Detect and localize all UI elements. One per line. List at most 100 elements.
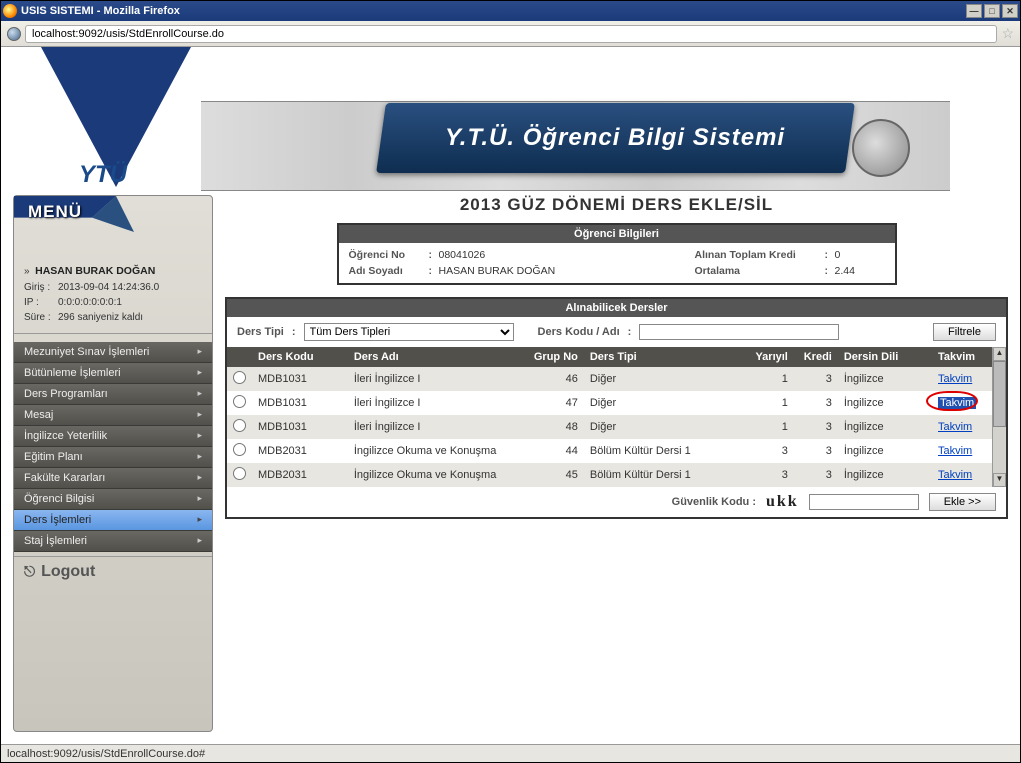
ytu-logo-text: YTÜ bbox=[79, 161, 127, 189]
student-name-label: Adı Soyadı bbox=[349, 265, 429, 277]
maximize-button[interactable]: □ bbox=[984, 4, 1000, 18]
page-banner: Y.T.Ü. Öğrenci Bilgi Sistemi YTÜ bbox=[1, 47, 1020, 195]
table-scrollbar[interactable]: ▲ ▼ bbox=[992, 347, 1006, 487]
course-radio[interactable] bbox=[233, 443, 246, 456]
sidebar-item-label: Eğitim Planı bbox=[24, 451, 83, 463]
sidebar-item-label: Staj İşlemleri bbox=[24, 535, 87, 547]
sidebar-item[interactable]: Mesaj▸ bbox=[14, 405, 212, 426]
window-buttons: — □ ✕ bbox=[966, 4, 1018, 18]
chevron-right-icon: ▸ bbox=[197, 514, 202, 525]
cell-group: 45 bbox=[528, 463, 584, 487]
course-radio[interactable] bbox=[233, 371, 246, 384]
sidebar-item[interactable]: Fakülte Kararları▸ bbox=[14, 468, 212, 489]
security-label: Güvenlik Kodu : bbox=[672, 496, 756, 508]
menu-label: MENÜ bbox=[28, 202, 82, 222]
sidebar-item[interactable]: Bütünleme İşlemleri ▸ bbox=[14, 363, 212, 384]
courses-box: Alınabilicek Dersler Ders Tipi : Tüm Der… bbox=[225, 297, 1008, 519]
cell-type: Diğer bbox=[584, 415, 744, 439]
col-code: Ders Kodu bbox=[252, 347, 348, 367]
cell-lang: İngilizce bbox=[838, 439, 932, 463]
duration-label: Süre : bbox=[24, 310, 58, 325]
logout-icon: ⎋ bbox=[24, 563, 35, 580]
chevron-right-icon: ▸ bbox=[197, 451, 202, 462]
student-info-header: Öğrenci Bilgileri bbox=[339, 225, 895, 243]
cell-code: MDB1031 bbox=[252, 415, 348, 439]
cell-group: 48 bbox=[528, 415, 584, 439]
logout-button[interactable]: ⎋ Logout bbox=[14, 556, 212, 587]
col-type: Ders Tipi bbox=[584, 347, 744, 367]
chevron-right-icon: ▸ bbox=[197, 367, 202, 378]
page-content: Y.T.Ü. Öğrenci Bilgi Sistemi YTÜ MENÜ bbox=[1, 47, 1020, 744]
chevron-right-icon: ▸ bbox=[197, 472, 202, 483]
chevron-right-icon: ▸ bbox=[197, 493, 202, 504]
logout-label: Logout bbox=[41, 563, 95, 581]
chevron-right-icon: ▸ bbox=[197, 535, 202, 546]
calendar-link[interactable]: Takvim bbox=[938, 469, 972, 481]
table-row: MDB2031İngilizce Okuma ve Konuşma44Bölüm… bbox=[227, 439, 992, 463]
sidebar-item-label: İngilizce Yeterlilik bbox=[24, 430, 107, 442]
filter-button[interactable]: Filtrele bbox=[933, 323, 996, 341]
sidebar-item[interactable]: Ders İşlemleri▸ bbox=[14, 510, 212, 531]
sidebar-item-label: Ders Programları bbox=[24, 388, 108, 400]
scroll-down-icon[interactable]: ▼ bbox=[993, 473, 1006, 487]
minimize-button[interactable]: — bbox=[966, 4, 982, 18]
course-table: Ders Kodu Ders Adı Grup No Ders Tipi Yar… bbox=[227, 347, 992, 487]
sidebar-item[interactable]: İngilizce Yeterlilik▸ bbox=[14, 426, 212, 447]
calendar-link[interactable]: Takvim bbox=[938, 373, 972, 385]
chevron-right-icon: ▸ bbox=[197, 409, 202, 420]
sidebar-item-label: Bütünleme İşlemleri bbox=[24, 367, 121, 379]
cell-lang: İngilizce bbox=[838, 463, 932, 487]
close-button[interactable]: ✕ bbox=[1002, 4, 1018, 18]
course-code-input[interactable] bbox=[639, 324, 839, 340]
login-time-value: 2013-09-04 14:24:36.0 bbox=[58, 280, 159, 295]
scroll-up-icon[interactable]: ▲ bbox=[993, 347, 1006, 361]
calendar-link[interactable]: Takvim bbox=[938, 421, 972, 433]
calendar-link[interactable]: Takvim bbox=[938, 397, 976, 409]
url-input[interactable] bbox=[25, 25, 997, 43]
student-info-box: Öğrenci Bilgileri Öğrenci No: 08041026 A… bbox=[337, 223, 897, 285]
page-title: 2013 GÜZ DÖNEMİ DERS EKLE/SİL bbox=[225, 195, 1008, 215]
total-credit-label: Alınan Toplam Kredi bbox=[695, 249, 825, 261]
table-row: MDB1031İleri İngilizce I47Diğer13İngiliz… bbox=[227, 391, 992, 415]
globe-icon bbox=[7, 27, 21, 41]
sidebar-item[interactable]: Ders Programları▸ bbox=[14, 384, 212, 405]
cell-sem: 1 bbox=[744, 391, 794, 415]
table-row: MDB2031İngilizce Okuma ve Konuşma45Bölüm… bbox=[227, 463, 992, 487]
menu-header: MENÜ bbox=[14, 196, 212, 256]
col-name: Ders Adı bbox=[348, 347, 528, 367]
col-sem: Yarıyıl bbox=[744, 347, 794, 367]
sidebar-item[interactable]: Staj İşlemleri ▸ bbox=[14, 531, 212, 552]
ip-value: 0:0:0:0:0:0:0:1 bbox=[58, 295, 122, 310]
cell-name: İleri İngilizce I bbox=[348, 367, 528, 391]
cell-credit: 3 bbox=[794, 391, 838, 415]
average-label: Ortalama bbox=[695, 265, 825, 277]
cell-sem: 3 bbox=[744, 463, 794, 487]
add-button[interactable]: Ekle >> bbox=[929, 493, 996, 511]
calendar-link[interactable]: Takvim bbox=[938, 445, 972, 457]
col-lang: Dersin Dili bbox=[838, 347, 932, 367]
courses-header: Alınabilicek Dersler bbox=[227, 299, 1006, 317]
cell-group: 44 bbox=[528, 439, 584, 463]
main-area: MENÜ » HASAN BURAK DOĞAN Giriş :2013-09-… bbox=[1, 195, 1020, 744]
cell-name: İngilizce Okuma ve Konuşma bbox=[348, 439, 528, 463]
captcha-text: ukk bbox=[766, 493, 799, 511]
student-no-value: 08041026 bbox=[439, 249, 695, 261]
window-title: USIS SISTEMI - Mozilla Firefox bbox=[21, 5, 966, 17]
sidebar-item[interactable]: Eğitim Planı ▸ bbox=[14, 447, 212, 468]
sidebar-item[interactable]: Öğrenci Bilgisi▸ bbox=[14, 489, 212, 510]
scroll-thumb[interactable] bbox=[993, 361, 1006, 427]
user-info: » HASAN BURAK DOĞAN Giriş :2013-09-04 14… bbox=[14, 256, 212, 334]
cell-credit: 3 bbox=[794, 439, 838, 463]
cell-credit: 3 bbox=[794, 463, 838, 487]
course-type-label: Ders Tipi bbox=[237, 326, 284, 338]
security-input[interactable] bbox=[809, 494, 919, 510]
nav-menu: Mezuniyet Sınav İşlemleri▸Bütünleme İşle… bbox=[14, 342, 212, 552]
course-radio[interactable] bbox=[233, 467, 246, 480]
course-radio[interactable] bbox=[233, 395, 246, 408]
course-radio[interactable] bbox=[233, 419, 246, 432]
banner-title: Y.T.Ü. Öğrenci Bilgi Sistemi bbox=[376, 103, 855, 173]
course-type-select[interactable]: Tüm Ders Tipleri bbox=[304, 323, 514, 341]
bookmark-icon[interactable]: ☆ bbox=[1001, 25, 1014, 42]
cell-code: MDB2031 bbox=[252, 463, 348, 487]
sidebar-item[interactable]: Mezuniyet Sınav İşlemleri▸ bbox=[14, 342, 212, 363]
